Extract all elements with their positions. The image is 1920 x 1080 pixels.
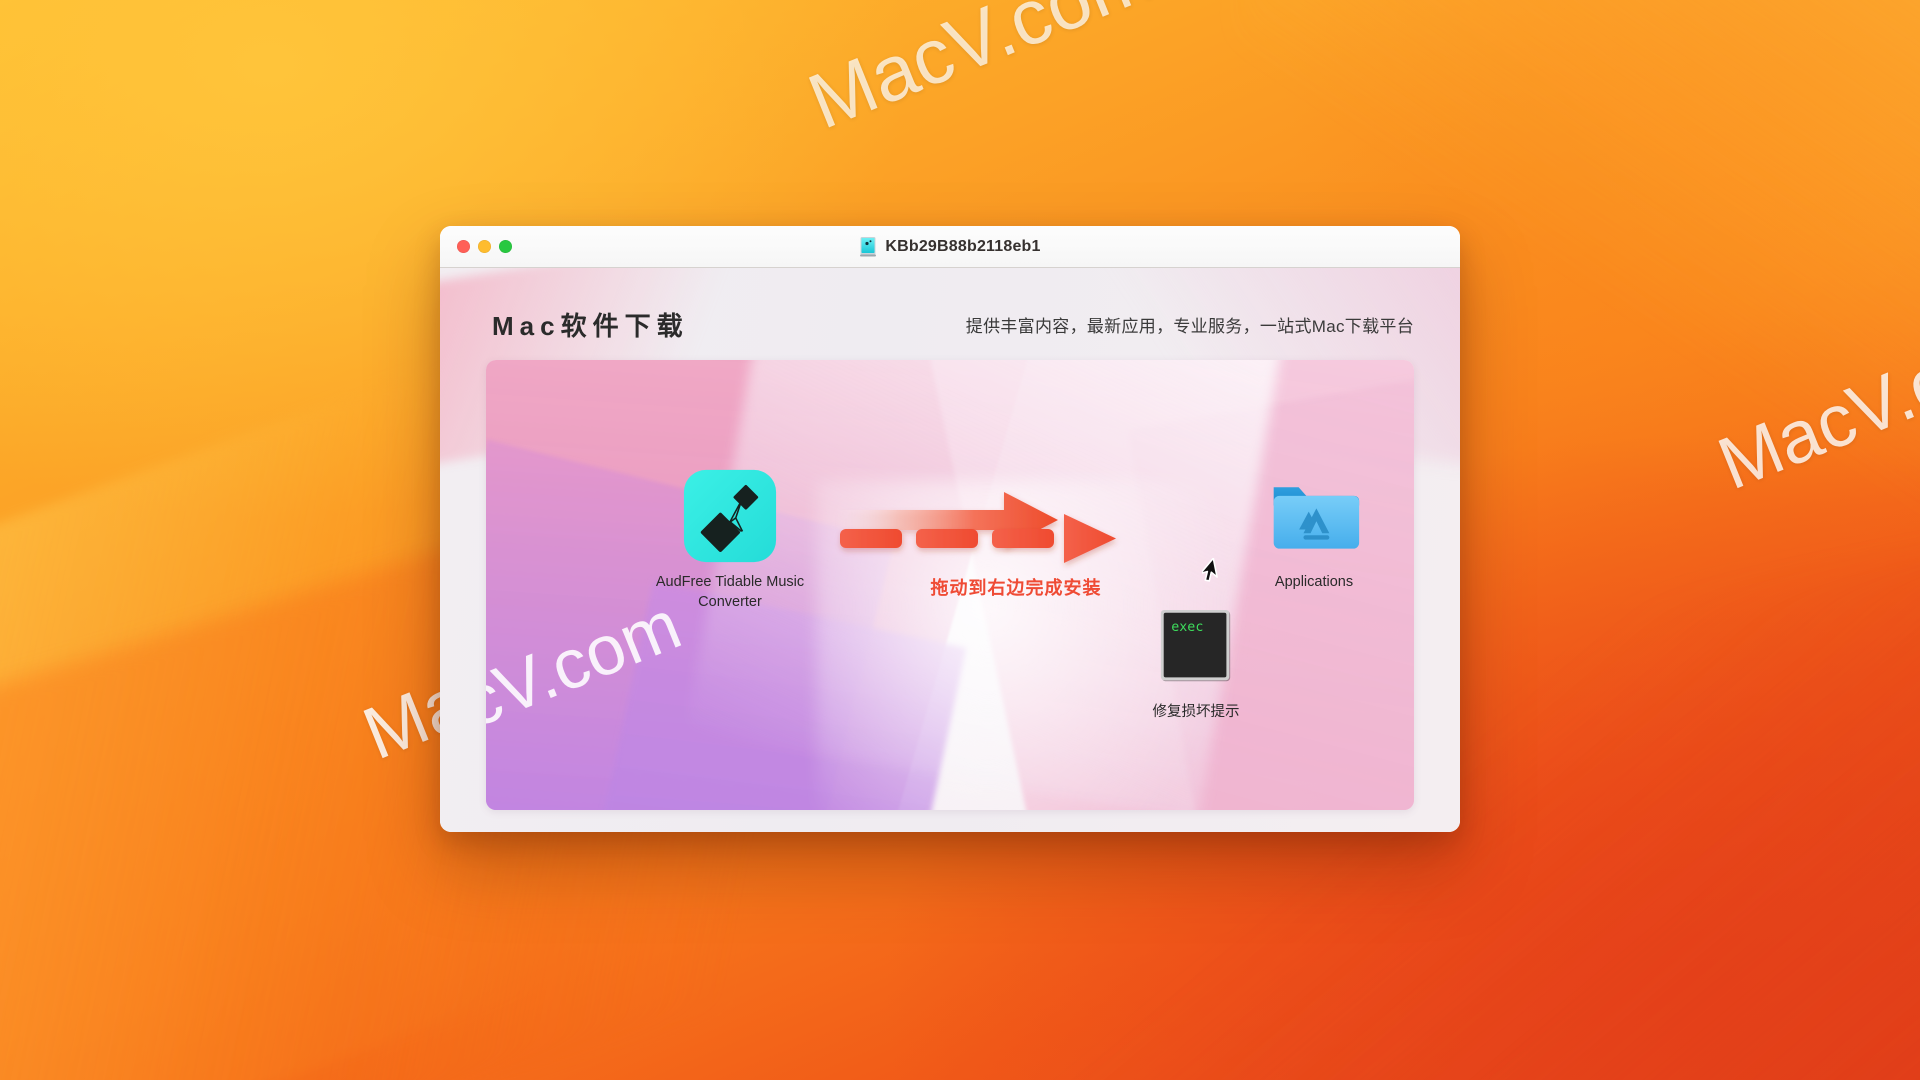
watermark-top: MacV.com <box>796 0 1165 146</box>
terminal-exec-text: exec <box>1171 620 1203 635</box>
window-body: Mac软件下载 提供丰富内容，最新应用，专业服务，一站式Mac下载平台 MacV… <box>440 268 1460 832</box>
exec-label: 修复损坏提示 <box>1152 704 1240 720</box>
window-title-group: KBb29B88b2118eb1 <box>440 226 1460 267</box>
drag-arrow-group: 拖动到右边完成安装 <box>826 478 1216 608</box>
applications-folder-item[interactable]: Applications <box>1214 468 1414 593</box>
window-title: KBb29B88b2118eb1 <box>885 237 1041 255</box>
app-icon-label: AudFree Tidable Music Converter <box>655 574 805 610</box>
terminal-exec-icon[interactable]: exec <box>1158 608 1234 686</box>
drag-arrow-icon <box>836 492 1116 563</box>
dmg-band-3 <box>565 581 967 810</box>
dmg-content-panel: MacV.com AudFree Tidable Music Converter… <box>486 360 1414 810</box>
header-tagline: 提供丰富内容，最新应用，专业服务，一站式Mac下载平台 <box>965 316 1414 336</box>
mouse-cursor-icon <box>1202 558 1218 582</box>
watermark-right: MacV.com <box>1706 299 1920 506</box>
app-icon-item[interactable]: AudFree Tidable Music Converter <box>630 468 830 612</box>
drag-hint-text: 拖动到右边完成安装 <box>930 578 1102 598</box>
applications-folder-icon[interactable] <box>1266 468 1362 564</box>
dmg-window[interactable]: KBb29B88b2118eb1 Mac软件下载 提供丰富内容，最新应用，专业服… <box>440 226 1460 832</box>
dmg-watermark: MacV.com <box>486 585 692 779</box>
disk-image-icon <box>860 236 877 256</box>
header-row: Mac软件下载 提供丰富内容，最新应用，专业服务，一站式Mac下载平台 <box>440 294 1460 354</box>
window-titlebar[interactable]: KBb29B88b2118eb1 <box>440 226 1460 268</box>
audfree-app-icon[interactable] <box>682 468 778 564</box>
exec-icon-item[interactable]: exec 修复损坏提示 <box>1106 608 1286 721</box>
brand-title: Mac软件下载 <box>492 310 689 341</box>
folder-label: Applications <box>1274 574 1354 590</box>
